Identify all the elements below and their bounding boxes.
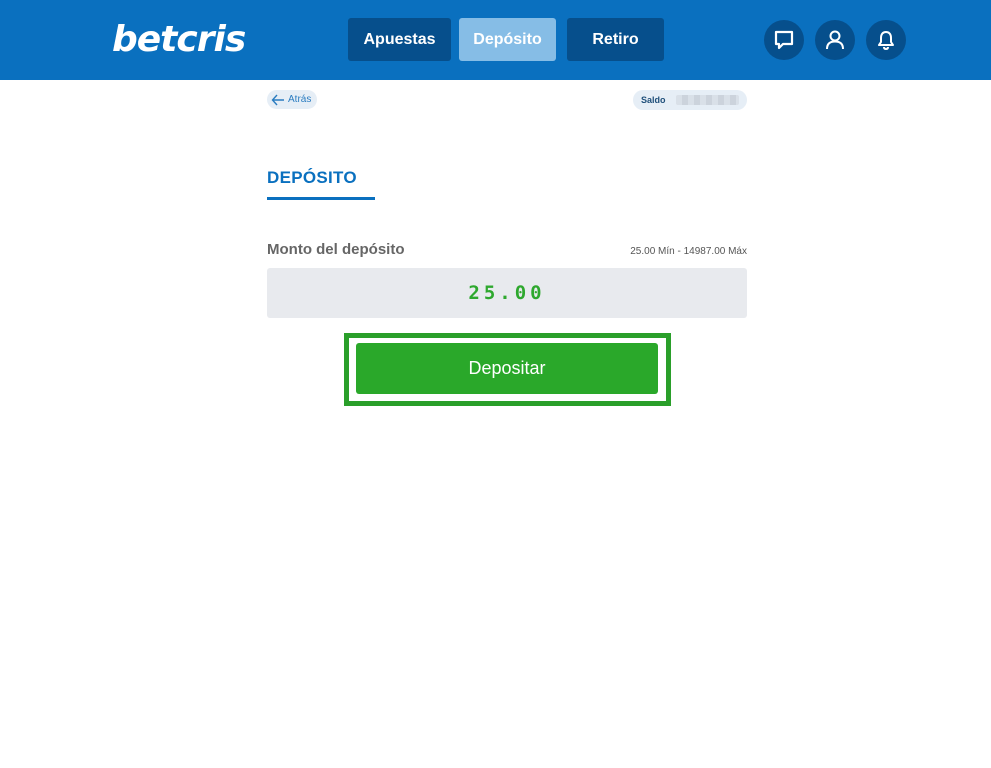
- amount-range-hint: 25.00 Mín - 14987.00 Máx: [630, 246, 747, 257]
- balance-label: Saldo: [641, 95, 666, 105]
- betcris-logo[interactable]: betcris: [112, 18, 246, 62]
- amount-label: Monto del depósito: [267, 241, 405, 258]
- depositar-button[interactable]: Depositar: [356, 343, 658, 394]
- back-button[interactable]: Atrás: [267, 90, 317, 109]
- chat-icon: [774, 30, 794, 50]
- arrow-left-icon: [271, 94, 284, 105]
- nav-deposito-button[interactable]: Depósito: [459, 18, 556, 61]
- title-underline: [267, 197, 375, 200]
- bell-icon: [878, 31, 894, 51]
- nav-apuestas-button[interactable]: Apuestas: [348, 18, 451, 61]
- user-icon: [826, 30, 844, 50]
- back-label: Atrás: [288, 94, 312, 105]
- notifications-button[interactable]: [866, 20, 906, 60]
- nav-retiro-button[interactable]: Retiro: [567, 18, 664, 61]
- top-header: betcris Apuestas Depósito Retiro: [0, 0, 991, 80]
- balance-badge: Saldo: [633, 90, 747, 110]
- balance-value-obscured: [675, 95, 739, 105]
- page-title: DEPÓSITO: [267, 168, 357, 187]
- chat-button[interactable]: [764, 20, 804, 60]
- profile-button[interactable]: [815, 20, 855, 60]
- amount-input[interactable]: 25.00: [267, 268, 747, 318]
